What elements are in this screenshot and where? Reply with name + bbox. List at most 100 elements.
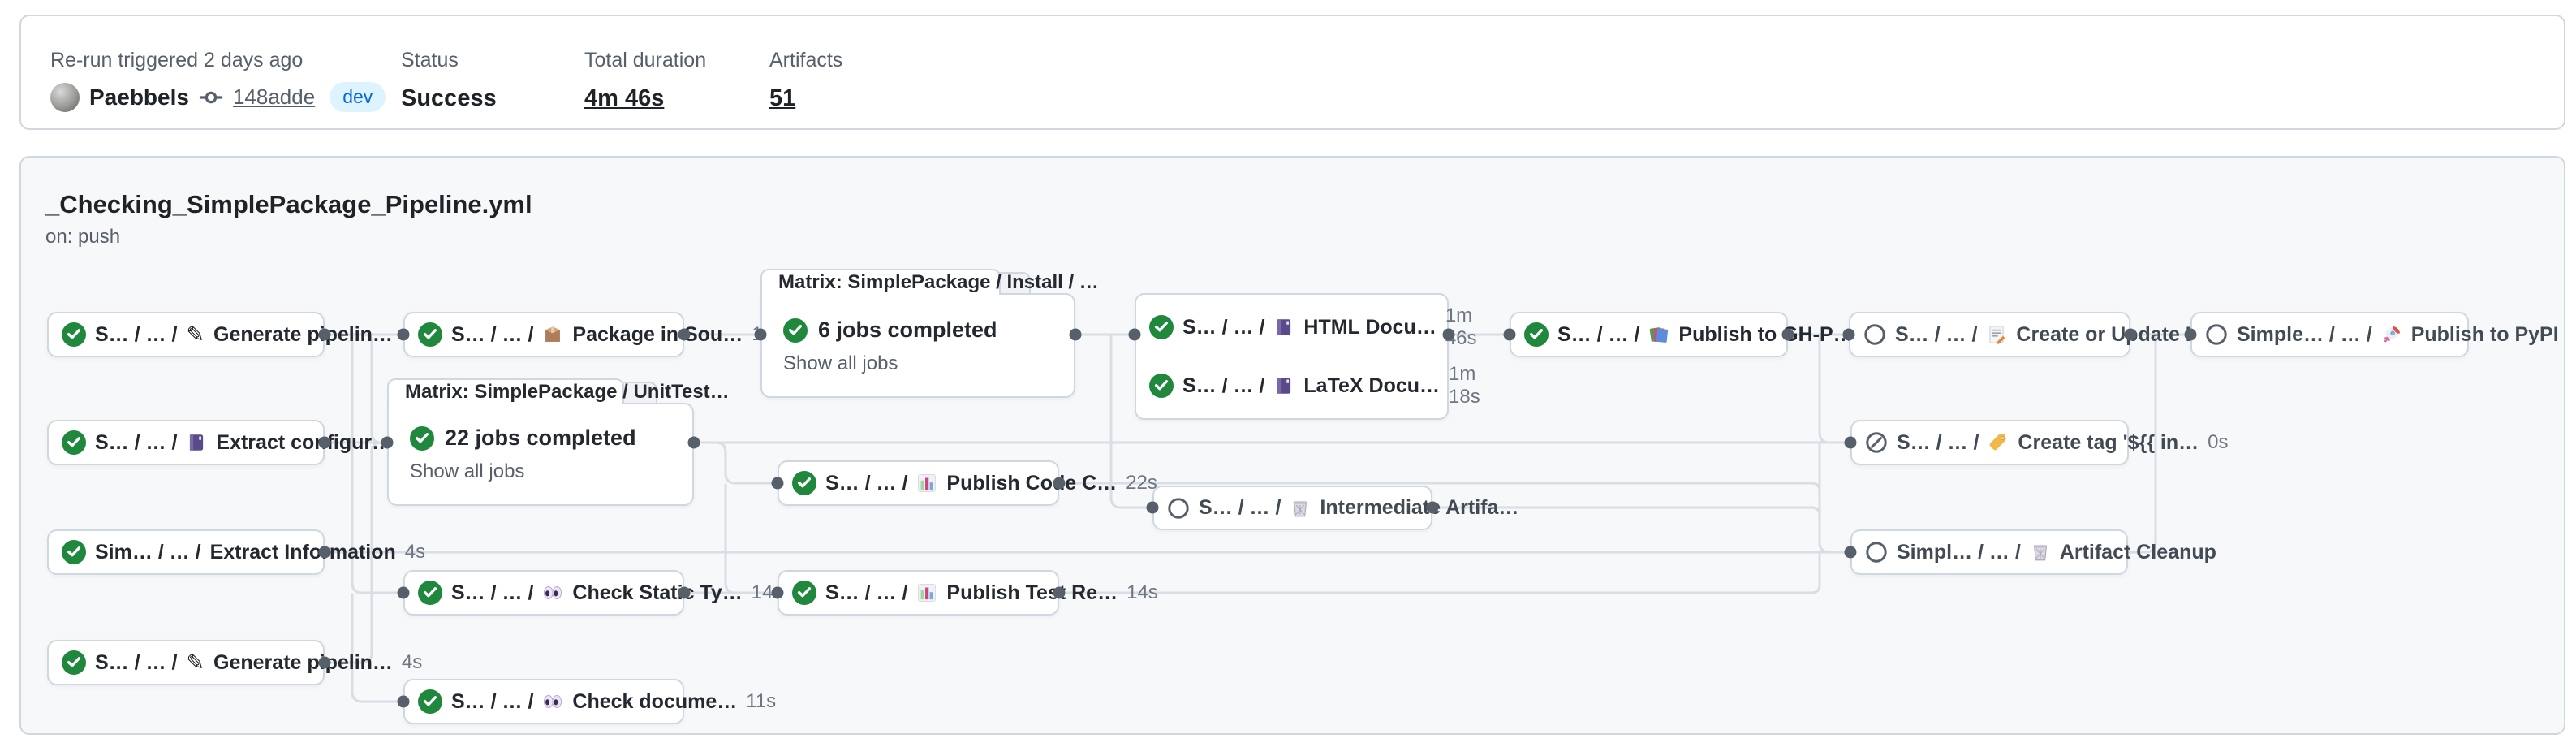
job-name: HTML Docu… bbox=[1303, 316, 1436, 339]
job-duration: 11s bbox=[746, 690, 776, 713]
job-duration: 1m 46s bbox=[1445, 305, 1477, 350]
bar-chart-icon bbox=[916, 582, 937, 603]
job-node-create-tag[interactable]: S… / … / Create tag '${{ in… 0s bbox=[1850, 420, 2129, 465]
eyes-icon bbox=[542, 691, 563, 712]
success-icon bbox=[410, 426, 434, 451]
memo-icon bbox=[1986, 324, 2007, 345]
run-summary-card: Re-run triggered 2 days ago Paebbels 148… bbox=[19, 15, 2565, 130]
duration-label: Total duration bbox=[584, 49, 706, 72]
success-icon bbox=[1524, 322, 1549, 347]
success-icon bbox=[418, 689, 442, 714]
success-icon bbox=[62, 430, 86, 455]
wastebasket-icon bbox=[1290, 498, 1311, 519]
bar-chart-icon bbox=[916, 473, 937, 494]
matrix-summary: 6 jobs completed bbox=[818, 318, 997, 343]
job-prefix: Simple… / … / bbox=[2237, 323, 2372, 347]
success-icon bbox=[418, 322, 442, 347]
success-icon bbox=[62, 540, 86, 564]
books-icon bbox=[1648, 324, 1669, 345]
job-node-publish-code-coverage[interactable]: S… / … / Publish Code C… 22s bbox=[778, 460, 1059, 506]
eyes-icon bbox=[542, 582, 563, 603]
job-node-extract-information[interactable]: Sim… / … / Extract Information 4s bbox=[47, 529, 325, 575]
neutral-status-icon bbox=[1865, 541, 1888, 564]
job-node-generate-pipeline-2[interactable]: S… / … / ✎ Generate pipelin… 4s bbox=[47, 640, 325, 685]
duration-column: Total duration 4m 46s bbox=[584, 49, 706, 112]
trigger-column: Re-run triggered 2 days ago Paebbels 148… bbox=[50, 49, 386, 112]
show-all-jobs-link[interactable]: Show all jobs bbox=[762, 352, 1074, 375]
book-icon bbox=[186, 432, 207, 453]
job-name: Publish to GH-P… bbox=[1678, 323, 1853, 347]
status-column: Status Success bbox=[401, 49, 497, 112]
job-name: Create tag '${{ in… bbox=[2018, 431, 2199, 455]
matrix-tab-label: Matrix: SimplePackage / UnitTest… bbox=[405, 381, 730, 404]
job-node-publish-to-gh-pages[interactable]: S… / … / Publish to GH-P… 7s bbox=[1510, 312, 1788, 357]
job-name: Generate pipelin… bbox=[213, 651, 393, 675]
job-prefix: S… / … / bbox=[95, 431, 177, 455]
success-icon bbox=[62, 322, 86, 347]
job-node-artifact-cleanup[interactable]: Simpl… / … / Artifact Cleanup bbox=[1850, 529, 2128, 575]
trigger-label: Re-run triggered 2 days ago bbox=[50, 49, 386, 72]
success-icon bbox=[418, 581, 442, 605]
success-icon bbox=[783, 318, 808, 343]
avatar bbox=[50, 83, 80, 112]
artifacts-count[interactable]: 51 bbox=[769, 85, 842, 112]
job-name: Extract configur… bbox=[216, 431, 392, 455]
job-name: Generate pipelin… bbox=[213, 323, 393, 347]
job-prefix: S… / … / bbox=[95, 651, 177, 675]
matrix-unittest-group[interactable]: 22 jobs completed Show all jobs bbox=[387, 403, 694, 506]
job-prefix: S… / … / bbox=[95, 323, 177, 347]
job-duration: 14s bbox=[1126, 581, 1158, 604]
artifacts-label: Artifacts bbox=[769, 49, 842, 72]
job-name: Package in Sou… bbox=[572, 323, 743, 347]
matrix-install-tab: Matrix: SimplePackage / Install / … bbox=[760, 269, 1001, 295]
success-icon bbox=[62, 650, 86, 675]
job-node-generate-pipeline-1[interactable]: S… / … / ✎ Generate pipelin… 3s bbox=[47, 312, 325, 357]
job-node-intermediate-artifacts[interactable]: S… / … / Intermediate Artifa… bbox=[1152, 486, 1432, 530]
pen-icon: ✎ bbox=[186, 652, 205, 674]
commit-link[interactable]: 148adde bbox=[233, 84, 315, 110]
job-row-latex-documentation[interactable]: S… / … / LaTeX Docu… 1m 18s bbox=[1149, 363, 1434, 408]
job-prefix: S… / … / bbox=[1895, 323, 1977, 347]
skipped-status-icon bbox=[1865, 431, 1888, 454]
matrix-install-group[interactable]: 6 jobs completed Show all jobs bbox=[760, 293, 1075, 398]
neutral-status-icon bbox=[2205, 323, 2228, 346]
branch-badge[interactable]: dev bbox=[330, 82, 386, 112]
success-icon bbox=[1149, 374, 1174, 398]
tag-icon bbox=[1988, 432, 2009, 453]
artifacts-column: Artifacts 51 bbox=[769, 49, 842, 112]
job-row-html-documentation[interactable]: S… / … / HTML Docu… 1m 46s bbox=[1149, 305, 1434, 350]
neutral-status-icon bbox=[1863, 323, 1886, 346]
job-prefix: S… / … / bbox=[825, 581, 907, 605]
duration-value: 4m 46s bbox=[584, 85, 706, 112]
job-node-package-in-source[interactable]: S… / … / Package in Sou… 18s bbox=[403, 312, 684, 357]
job-node-publish-test-results[interactable]: S… / … / Publish Test Re… 14s bbox=[778, 570, 1059, 616]
job-prefix: S… / … / bbox=[825, 472, 907, 495]
job-prefix: S… / … / bbox=[451, 581, 533, 605]
job-node-publish-to-pypi[interactable]: Simple… / … / Publish to PyPI bbox=[2190, 312, 2469, 357]
job-duration: 0s bbox=[2208, 431, 2228, 454]
job-prefix: S… / … / bbox=[1897, 431, 1979, 455]
success-icon bbox=[1149, 315, 1174, 339]
book-icon bbox=[1273, 375, 1294, 396]
git-commit-icon bbox=[199, 85, 223, 110]
job-node-extract-configurations[interactable]: S… / … / Extract configur… 6s bbox=[47, 420, 325, 465]
wastebasket-icon bbox=[2030, 542, 2051, 563]
job-prefix: S… / … / bbox=[1199, 496, 1281, 520]
job-node-check-static-types[interactable]: S… / … / Check Static Ty… 14s bbox=[403, 570, 684, 616]
job-name: Check docume… bbox=[572, 690, 737, 714]
neutral-status-icon bbox=[1167, 497, 1190, 520]
job-node-check-documentation[interactable]: S… / … / Check docume… 11s bbox=[403, 679, 684, 724]
job-prefix: Simpl… / … / bbox=[1897, 541, 2021, 564]
job-duration: 4s bbox=[405, 541, 425, 564]
job-duration: 4s bbox=[402, 651, 422, 674]
job-node-create-or-update-release[interactable]: S… / … / Create or Update R… bbox=[1849, 312, 2130, 357]
job-prefix: S… / … / bbox=[451, 690, 533, 714]
status-label: Status bbox=[401, 49, 497, 72]
actor-name: Paebbels bbox=[89, 84, 189, 110]
documentation-group[interactable]: S… / … / HTML Docu… 1m 46s S… / … / LaTe… bbox=[1135, 293, 1449, 420]
workflow-title: _Checking_SimplePackage_Pipeline.yml bbox=[45, 190, 532, 219]
job-name: LaTeX Docu… bbox=[1303, 374, 1440, 398]
show-all-jobs-link[interactable]: Show all jobs bbox=[389, 460, 692, 483]
job-prefix: S… / … / bbox=[1182, 374, 1264, 398]
job-prefix: S… / … / bbox=[1182, 316, 1264, 339]
